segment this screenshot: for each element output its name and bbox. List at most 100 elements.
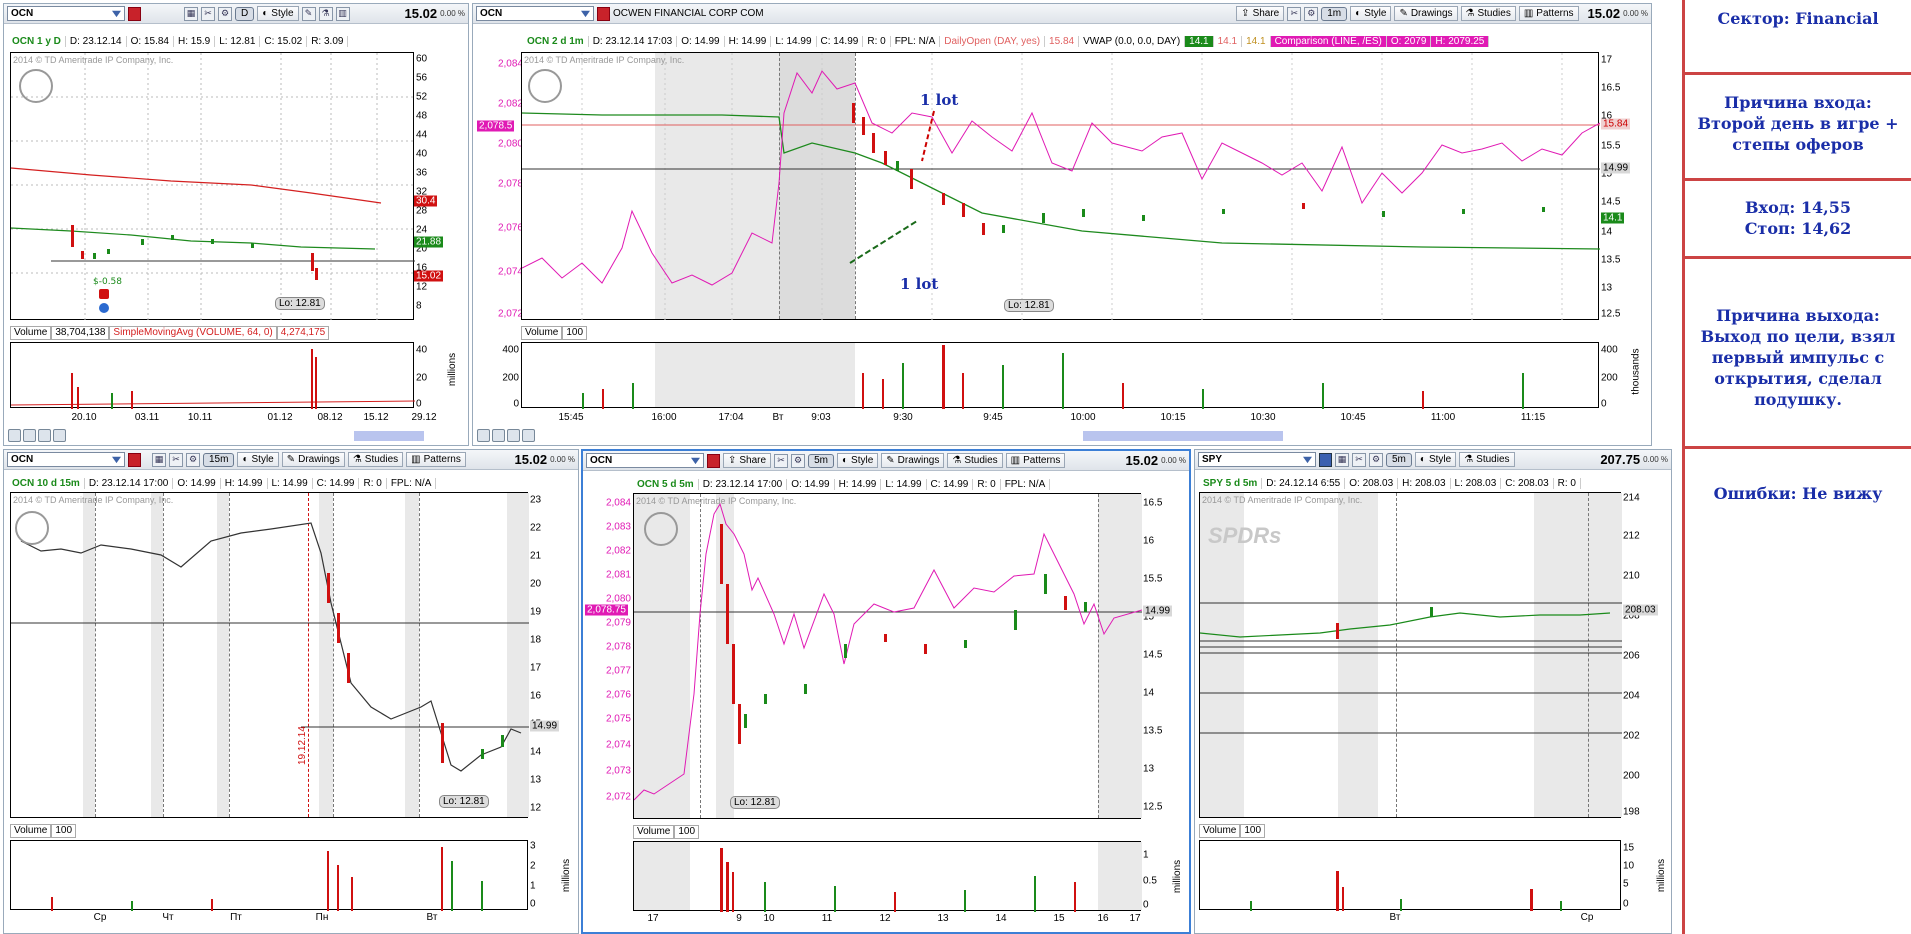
drawings-button[interactable]: ✎ Drawings: [1394, 6, 1458, 21]
studies-button[interactable]: ⚗ Studies: [1460, 6, 1516, 21]
y-tick: 14: [530, 746, 542, 758]
info-icon[interactable]: [99, 303, 109, 313]
drawing-icon[interactable]: [522, 428, 535, 442]
price-plot[interactable]: SPDRs 2014 © TD Ameritrade IP Company, I…: [1199, 492, 1622, 818]
panel-toolbar: OCN ▦ ✂ ⚙ D ◐ Style ✎ ⚗ ▥ 15.02 0.00 %: [4, 4, 468, 24]
settings-icon[interactable]: ⚙: [218, 6, 232, 21]
drawings-button[interactable]: ✎ Drawings: [281, 452, 345, 467]
studies-button[interactable]: ⚗ Studies: [347, 452, 404, 467]
volume-plot[interactable]: [633, 841, 1142, 912]
volume-label: Volume: [633, 825, 675, 839]
period-button[interactable]: 5m: [1386, 452, 1412, 467]
chart-type-icon[interactable]: ▦: [184, 6, 198, 21]
pan-icon[interactable]: [477, 428, 490, 442]
dropdown-icon[interactable]: [112, 456, 121, 464]
symbol-selector[interactable]: SPY: [1198, 452, 1316, 467]
tools-icon[interactable]: ✂: [1287, 6, 1302, 21]
link-color-icon[interactable]: [128, 6, 141, 21]
style-button[interactable]: ◐ Style: [1350, 6, 1392, 21]
chart-type-icon[interactable]: ▦: [1335, 452, 1349, 467]
scrollbar-thumb[interactable]: [354, 431, 424, 441]
style-button[interactable]: ◐ Style: [257, 6, 299, 21]
y-tick: 60: [416, 53, 428, 65]
volume-axis: 400 200 0: [1599, 342, 1629, 410]
volume-plot[interactable]: [1199, 840, 1621, 911]
dropdown-icon[interactable]: [112, 10, 121, 18]
flask-icon[interactable]: ⚗: [318, 6, 333, 21]
tools-icon[interactable]: ✂: [774, 453, 789, 468]
price-plot[interactable]: 2014 © TD Ameritrade IP Company, Inc. 19…: [10, 492, 529, 818]
symbol-selector[interactable]: OCN: [476, 6, 594, 21]
panel-toolbar: SPY ▦ ✂ ⚙ 5m ◐ Style ⚗ Studies 207.75 0.00…: [1195, 450, 1671, 470]
zoom-out-icon[interactable]: [38, 428, 51, 442]
share-label: Share: [739, 455, 767, 466]
y-tick: 28: [416, 205, 428, 217]
symbol-selector[interactable]: OCN: [7, 6, 125, 21]
price-plot[interactable]: 2014 © TD Ameritrade IP Company, Inc. Lo…: [633, 493, 1142, 819]
vol-tick: 1: [1143, 849, 1149, 861]
volume-plot[interactable]: [521, 342, 1599, 409]
patterns-button[interactable]: ▥ Patterns: [1005, 453, 1066, 468]
zoom-in-icon[interactable]: [23, 428, 36, 442]
volume-plot[interactable]: [10, 342, 416, 409]
link-color-icon[interactable]: [128, 452, 141, 467]
dropdown-icon[interactable]: [581, 10, 590, 18]
dropdown-icon[interactable]: [691, 457, 700, 465]
panel-toolbar: OCN ▦ ✂ ⚙ 15m ◐ Style ✎ Drawings ⚗ Studies …: [4, 450, 578, 470]
price-plot[interactable]: 2014 © TD Ameritrade IP Company, Inc. Lo…: [10, 52, 415, 321]
dropdown-icon[interactable]: [1303, 456, 1312, 464]
event-icon[interactable]: [99, 289, 109, 299]
style-button[interactable]: ◐ Style: [237, 452, 279, 467]
drawing-icon[interactable]: [53, 428, 66, 442]
patterns-button[interactable]: ▥ Patterns: [406, 452, 466, 467]
patterns-icon[interactable]: ▥: [335, 6, 350, 21]
symbol-selector[interactable]: OCN: [586, 453, 704, 468]
tools-icon[interactable]: ✂: [1352, 452, 1366, 467]
settings-icon[interactable]: ⚙: [186, 452, 200, 467]
period-button[interactable]: 15m: [203, 452, 235, 467]
settings-icon[interactable]: ⚙: [791, 453, 806, 468]
tools-icon[interactable]: ✂: [169, 452, 183, 467]
symbol-selector[interactable]: OCN: [7, 452, 125, 467]
chart-type-icon[interactable]: ▦: [152, 452, 166, 467]
period-button[interactable]: 1m: [1321, 6, 1348, 21]
share-button[interactable]: ⇪ Share: [1236, 6, 1285, 21]
price-plot[interactable]: 2014 © TD Ameritrade IP Company, Inc. 1 …: [521, 52, 1600, 321]
link-color-icon[interactable]: [707, 453, 720, 468]
link-color-icon[interactable]: [597, 6, 610, 21]
pencil-icon[interactable]: ✎: [301, 6, 316, 21]
company-logo-icon: [644, 512, 678, 546]
fpl-value: FPL: N/A: [891, 36, 941, 47]
period-button[interactable]: D: [235, 6, 255, 21]
x-tick: Чт: [162, 912, 174, 923]
style-label: Style: [1364, 8, 1387, 19]
share-button[interactable]: ⇪ Share: [723, 453, 772, 468]
tools-icon[interactable]: ✂: [201, 6, 215, 21]
volume-plot[interactable]: [10, 840, 528, 911]
price-axis: 16.5 16 15.5 15 14.5 14 13.5 13 12.5: [1141, 493, 1181, 819]
scrollbar-thumb[interactable]: [1083, 431, 1283, 441]
spdr-logo: SPDRs: [1208, 523, 1282, 548]
period-button[interactable]: 5m: [808, 453, 834, 468]
settings-icon[interactable]: ⚙: [1304, 6, 1319, 21]
style-button[interactable]: ◐ Style: [1414, 452, 1457, 467]
zoom-out-icon[interactable]: [507, 428, 520, 442]
studies-button[interactable]: ⚗ Studies: [1459, 452, 1515, 467]
patterns-button[interactable]: ▥ Patterns: [1518, 6, 1579, 21]
comparison-tick: 2,084: [497, 58, 523, 70]
comparison-tag: 2,078.75: [585, 604, 628, 616]
link-color-icon[interactable]: [1319, 452, 1332, 467]
vol-tick: 400: [502, 344, 519, 356]
x-tick: 20.10: [71, 412, 97, 423]
x-tick: Вт: [426, 912, 438, 923]
pan-icon[interactable]: [8, 428, 21, 442]
drawings-button[interactable]: ✎ Drawings: [881, 453, 945, 468]
zoom-in-icon[interactable]: [492, 428, 505, 442]
study-name: OCN 5 d 5m: [633, 479, 699, 490]
style-button[interactable]: ◐ Style: [836, 453, 879, 468]
high-value: H: 14.99: [835, 479, 882, 490]
volume-unit: millions: [1172, 859, 1184, 894]
volume-unit: thousands: [1630, 348, 1642, 395]
settings-icon[interactable]: ⚙: [1369, 452, 1383, 467]
studies-button[interactable]: ⚗ Studies: [947, 453, 1003, 468]
